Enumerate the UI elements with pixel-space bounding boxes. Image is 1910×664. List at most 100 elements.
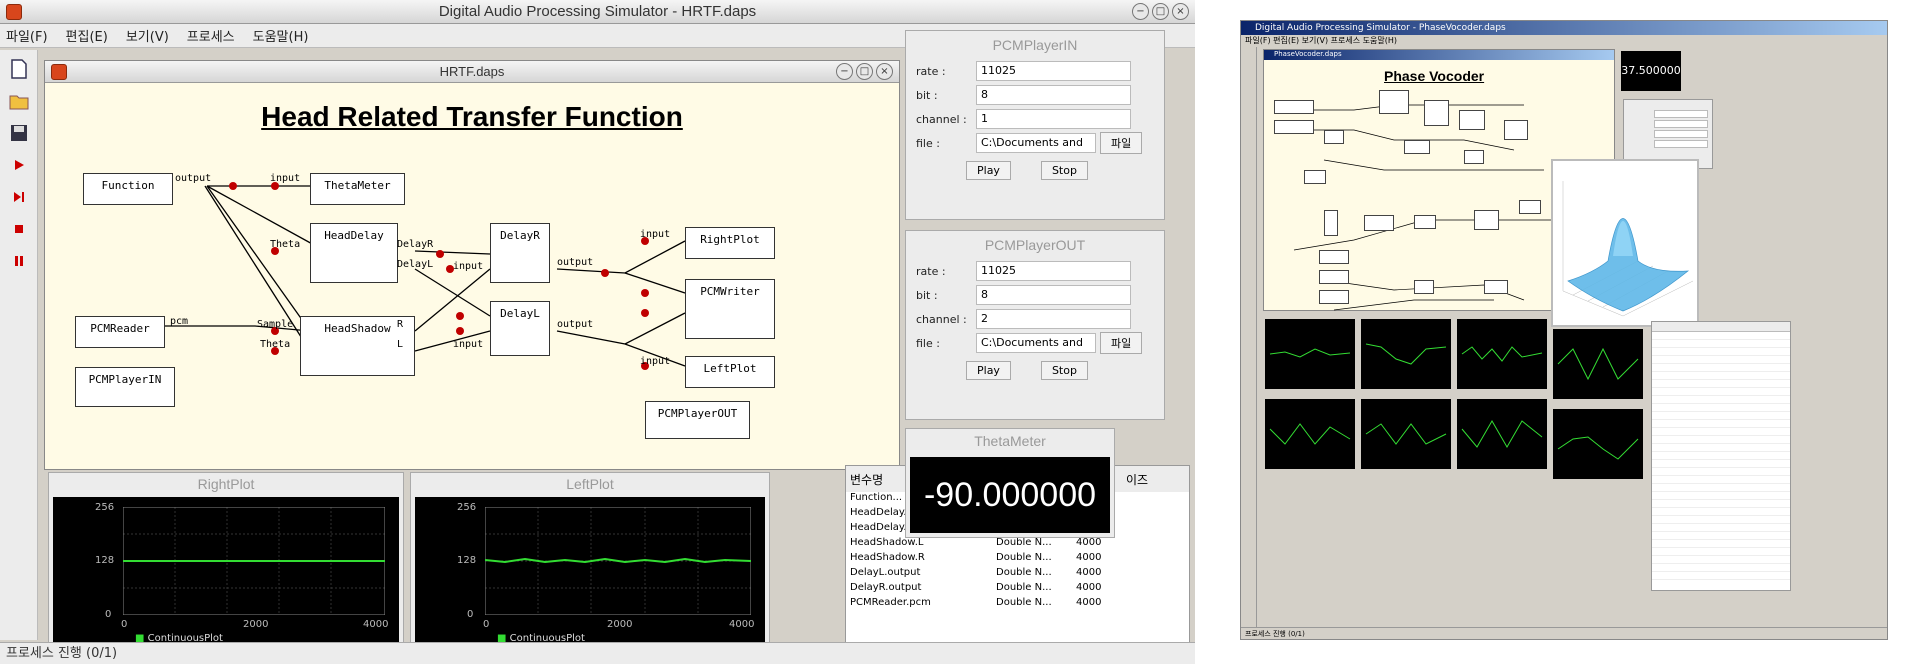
port-label: L xyxy=(397,339,404,350)
leftplot-area: 256 128 0 0 2000 4000 ■ ContinuousPlot xyxy=(415,497,765,649)
menu-view[interactable]: 보기(V) xyxy=(126,26,169,45)
block-rightplot[interactable]: RightPlot xyxy=(685,227,775,259)
diagram-block[interactable] xyxy=(1519,200,1541,214)
diagram-block[interactable] xyxy=(1504,120,1528,140)
new-file-icon[interactable] xyxy=(6,56,32,82)
bit-field[interactable]: 8 xyxy=(976,285,1131,305)
diagram-block[interactable] xyxy=(1404,140,1430,154)
block-pcmplayerout[interactable]: PCMPlayerOUT xyxy=(645,401,750,439)
diagram-block[interactable] xyxy=(1324,210,1338,236)
play-button[interactable]: Play xyxy=(966,361,1011,380)
diagram-block[interactable] xyxy=(1319,250,1349,264)
diagram-block[interactable] xyxy=(1414,280,1434,294)
diagram-block[interactable] xyxy=(1324,130,1344,144)
file-label: file : xyxy=(916,136,940,150)
stop-button[interactable]: Stop xyxy=(1040,161,1088,180)
table-row[interactable]: DelayL.output Double N... 4000 xyxy=(846,567,1189,582)
diagram-block[interactable] xyxy=(1319,270,1349,284)
leftplot-graph xyxy=(485,507,751,615)
right-toolbar xyxy=(1241,47,1257,627)
menu-file[interactable]: 파일(F) xyxy=(6,26,48,45)
diagram-block[interactable] xyxy=(1274,120,1314,134)
x-tick: 0 xyxy=(121,619,128,630)
mini-plot xyxy=(1263,397,1357,471)
diagram-block[interactable] xyxy=(1464,150,1484,164)
file-browse-button[interactable]: 파일 xyxy=(1100,332,1143,354)
table-cell: HeadShadow.L xyxy=(850,537,924,548)
table-row[interactable]: HeadShadow.L Double N... 4000 xyxy=(846,537,1189,552)
block-thetameter[interactable]: ThetaMeter xyxy=(310,173,405,205)
channel-field[interactable]: 1 xyxy=(976,109,1131,129)
table-cell: DelayL.output xyxy=(850,567,921,578)
block-pcmreader[interactable]: PCMReader xyxy=(75,316,165,348)
table-cell: 4000 xyxy=(1076,537,1102,548)
diagram-block[interactable] xyxy=(1424,100,1449,126)
mini-plot xyxy=(1551,407,1645,481)
y-tick: 0 xyxy=(467,609,474,620)
x-tick: 2000 xyxy=(243,619,269,630)
y-tick: 0 xyxy=(105,609,112,620)
stop-button[interactable]: Stop xyxy=(1040,361,1088,380)
x-tick: 4000 xyxy=(729,619,755,630)
save-icon[interactable] xyxy=(6,120,32,146)
file-field[interactable]: C:\Documents and xyxy=(976,333,1096,353)
left-app-window: Digital Audio Processing Simulator - HRT… xyxy=(0,0,1195,664)
port-label: pcm xyxy=(170,316,189,327)
right-menubar[interactable]: 파일(F) 편집(E) 보기(V) 프로세스 도움말(H) xyxy=(1241,35,1887,47)
table-row[interactable]: HeadShadow.R Double N... 4000 xyxy=(846,552,1189,567)
table-row[interactable]: DelayR.output Double N... 4000 xyxy=(846,582,1189,597)
file-field[interactable]: C:\Documents and xyxy=(976,133,1096,153)
block-headdelay[interactable]: HeadDelay xyxy=(310,223,398,283)
menu-edit[interactable]: 편집(E) xyxy=(66,26,108,45)
block-delayl[interactable]: DelayL xyxy=(490,301,550,356)
channel-field[interactable]: 2 xyxy=(976,309,1131,329)
block-delayr[interactable]: DelayR xyxy=(490,223,550,283)
rate-field[interactable]: 11025 xyxy=(976,61,1131,81)
y-tick: 128 xyxy=(95,555,115,566)
table-cell: DelayR.output xyxy=(850,582,922,593)
right-meter-display: 37.500000 xyxy=(1621,51,1681,91)
pause-icon[interactable] xyxy=(6,248,32,274)
right-app-window: Digital Audio Processing Simulator - Pha… xyxy=(1240,20,1888,640)
rightplot-graph xyxy=(123,507,385,615)
diagram-block[interactable] xyxy=(1414,215,1436,229)
stop-icon[interactable] xyxy=(6,216,32,242)
y-tick: 256 xyxy=(95,502,115,513)
port-label: input xyxy=(453,339,484,350)
rightplot-title: RightPlot xyxy=(197,476,255,492)
block-pcmwriter[interactable]: PCMWriter xyxy=(685,279,775,339)
play-icon[interactable] xyxy=(6,152,32,178)
play-button[interactable]: Play xyxy=(966,161,1011,180)
diagram-block[interactable] xyxy=(1484,280,1508,294)
surface-plot-graphic xyxy=(1562,181,1694,317)
diagram-block[interactable] xyxy=(1274,100,1314,114)
block-pcmplayerin[interactable]: PCMPlayerIN xyxy=(75,367,175,407)
diagram-block[interactable] xyxy=(1459,110,1485,130)
rightplot-area: 256 128 0 0 2000 4000 ■ ContinuousPlot xyxy=(53,497,399,649)
side-toolbar xyxy=(0,50,38,640)
diagram-block[interactable] xyxy=(1474,210,1499,230)
diagram-block[interactable] xyxy=(1379,90,1409,114)
open-folder-icon[interactable] xyxy=(6,88,32,114)
close-button[interactable]: × xyxy=(1172,3,1189,20)
menu-process[interactable]: 프로세스 xyxy=(187,26,235,45)
table-cell: 4000 xyxy=(1076,552,1102,563)
minimize-button[interactable]: − xyxy=(1132,3,1149,20)
maximize-button[interactable]: □ xyxy=(1152,3,1169,20)
block-function[interactable]: Function xyxy=(83,173,173,205)
rate-field[interactable]: 11025 xyxy=(976,261,1131,281)
diagram-block[interactable] xyxy=(1319,290,1349,304)
step-icon[interactable] xyxy=(6,184,32,210)
mini-plot xyxy=(1263,317,1357,391)
table-row[interactable]: PCMReader.pcm Double N... 4000 xyxy=(846,597,1189,612)
diagram-block[interactable] xyxy=(1364,215,1394,231)
file-browse-button[interactable]: 파일 xyxy=(1100,132,1143,154)
table-cell: 4000 xyxy=(1076,597,1102,608)
menu-help[interactable]: 도움말(H) xyxy=(253,26,309,45)
bit-field[interactable]: 8 xyxy=(976,85,1131,105)
table-cell: PCMReader.pcm xyxy=(850,597,931,608)
port-label: input xyxy=(453,261,484,272)
block-leftplot[interactable]: LeftPlot xyxy=(685,356,775,388)
x-tick: 2000 xyxy=(607,619,633,630)
diagram-block[interactable] xyxy=(1304,170,1326,184)
